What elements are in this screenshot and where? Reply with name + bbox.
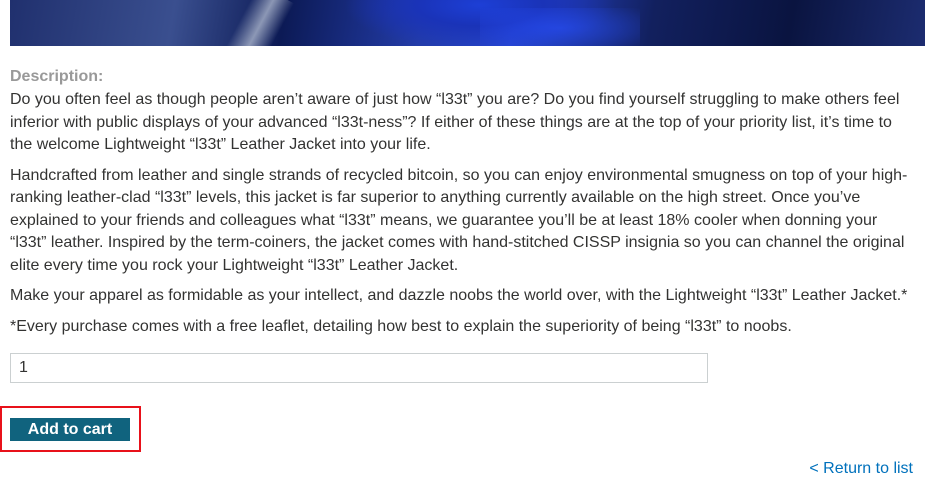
description-heading: Description: xyxy=(10,68,104,85)
return-to-list-link[interactable]: < Return to list xyxy=(809,460,913,478)
product-image xyxy=(10,0,925,46)
image-streak xyxy=(225,0,295,46)
description-body: Do you often feel as though people aren’… xyxy=(10,89,915,346)
description-paragraph: Make your apparel as formidable as your … xyxy=(10,287,908,304)
description-paragraph: Handcrafted from leather and single stra… xyxy=(10,166,908,274)
image-shine xyxy=(480,8,640,46)
description-paragraph: Do you often feel as though people aren’… xyxy=(10,91,900,153)
description-paragraph: *Every purchase comes with a free leafle… xyxy=(10,317,792,335)
quantity-input[interactable]: 1 xyxy=(10,353,708,383)
add-to-cart-button[interactable]: Add to cart xyxy=(10,418,130,441)
product-page: Description: Do you often feel as though… xyxy=(0,0,925,491)
